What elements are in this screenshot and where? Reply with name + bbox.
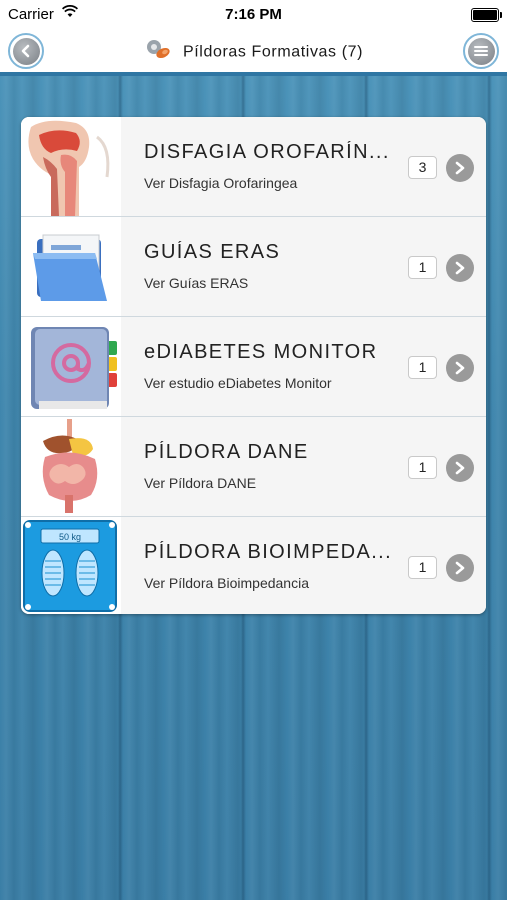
scale-icon: 50 kg [21, 517, 121, 614]
item-subtitle: Ver Píldora DANE [144, 475, 257, 491]
clock: 7:16 PM [225, 6, 282, 23]
list-item-bioimpedancia[interactable]: 50 kg PÍLDORA BIOIMPEDA... Ver Píldora B… [21, 517, 486, 614]
list-item-disfagia[interactable]: DISFAGIA OROFARÍN... Ver Disfagia Orofar… [21, 117, 486, 217]
item-title: eDIABETES MONITOR [144, 341, 378, 363]
item-title: DISFAGIA OROFARÍN... [144, 141, 390, 163]
throat-anatomy-icon [21, 117, 121, 216]
pills-logo-icon [144, 38, 172, 67]
item-title: PÍLDORA DANE [144, 441, 309, 463]
chevron-right-icon[interactable] [446, 354, 474, 382]
pills-list: DISFAGIA OROFARÍN... Ver Disfagia Orofar… [21, 117, 486, 614]
scale-weight-label: 50 kg [59, 532, 81, 542]
item-count-badge: 3 [408, 156, 437, 179]
item-subtitle: Ver estudio eDiabetes Monitor [144, 375, 332, 391]
item-title: PÍLDORA BIOIMPEDA... [144, 541, 393, 563]
address-book-icon [21, 317, 121, 416]
folder-documents-icon [21, 217, 121, 316]
nav-title-container: Píldoras Formativas (7) [0, 38, 507, 67]
list-item-guias-eras[interactable]: GUÍAS ERAS Ver Guías ERAS 1 [21, 217, 486, 317]
item-count-badge: 1 [408, 556, 437, 579]
chevron-right-icon[interactable] [446, 554, 474, 582]
menu-button[interactable] [463, 33, 499, 69]
status-bar: Carrier 7:16 PM [0, 0, 507, 30]
digestive-system-icon [21, 417, 121, 516]
list-item-dane[interactable]: PÍLDORA DANE Ver Píldora DANE 1 [21, 417, 486, 517]
item-count-badge: 1 [408, 256, 437, 279]
item-subtitle: Ver Guías ERAS [144, 275, 249, 291]
item-count-badge: 1 [408, 356, 437, 379]
list-item-ediabetes[interactable]: eDIABETES MONITOR Ver estudio eDiabetes … [21, 317, 486, 417]
navigation-bar: Píldoras Formativas (7) [0, 30, 507, 74]
item-count-badge: 1 [408, 456, 437, 479]
chevron-right-icon[interactable] [446, 254, 474, 282]
page-title: Píldoras Formativas (7) [182, 43, 364, 61]
item-title: GUÍAS ERAS [144, 241, 281, 263]
chevron-right-icon[interactable] [446, 154, 474, 182]
item-subtitle: Ver Píldora Bioimpedancia [144, 575, 309, 591]
chevron-right-icon[interactable] [446, 454, 474, 482]
hamburger-menu-icon [467, 37, 495, 65]
item-subtitle: Ver Disfagia Orofaringea [144, 175, 298, 191]
battery-icon [471, 8, 502, 22]
